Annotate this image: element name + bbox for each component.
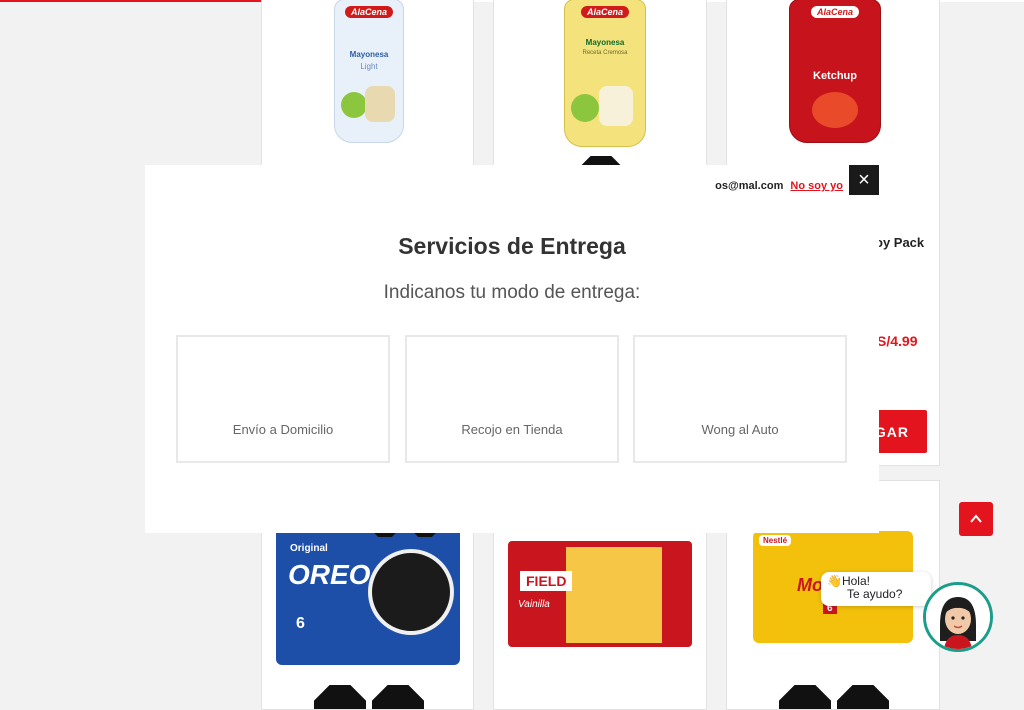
product-price: S/4.99 (877, 333, 918, 349)
chat-assistant-avatar[interactable] (923, 582, 993, 652)
assistant-face-icon (926, 585, 990, 649)
product-image[interactable]: FIELD Vainilla (508, 541, 692, 647)
product-variant-on-pack: Receta Cremosa (582, 50, 628, 56)
warning-octagon-icon (779, 685, 831, 709)
chevron-up-icon (970, 514, 982, 523)
option-label: Envío a Domicilio (232, 422, 334, 437)
pack-count: 6 (296, 615, 305, 632)
chat-greeting: 👋Hola! (827, 574, 870, 588)
not-me-link[interactable]: No soy yo (790, 180, 843, 192)
pack-label: Original (290, 543, 328, 554)
modal-title: Servicios de Entrega (398, 233, 626, 259)
warning-octagon-icon (372, 685, 424, 709)
tomato-graphic (812, 92, 858, 128)
chat-greeting-bubble[interactable]: 👋Hola! Te ayudo? (821, 572, 931, 606)
option-label: Wong al Auto (701, 422, 779, 437)
user-email: os@mal.com (715, 180, 784, 192)
product-image[interactable]: AlaCena Ketchup (789, 0, 881, 143)
option-curbside[interactable]: Wong al Auto (633, 335, 847, 463)
lime-graphic (571, 94, 599, 122)
product-name-on-pack: Mayonesa (349, 50, 389, 59)
chat-help-text: Te ayudo? (847, 587, 903, 601)
pack-label: Vainilla (518, 599, 550, 610)
lime-graphic (341, 92, 367, 118)
scroll-to-top-button[interactable] (959, 502, 993, 536)
close-icon[interactable]: × (849, 165, 879, 195)
product-image[interactable]: AlaCena Mayonesa Receta Cremosa (564, 0, 646, 147)
product-title[interactable]: oy Pack (875, 235, 924, 250)
product-variant-on-pack: Light (360, 62, 378, 71)
user-session: os@mal.com No soy yo (715, 180, 843, 192)
warning-octagon-icon (314, 685, 366, 709)
brand-logo: FIELD (520, 571, 573, 591)
option-store-pickup[interactable]: Recojo en Tienda (405, 335, 619, 463)
product-image[interactable]: Original OREO 6 (276, 519, 460, 665)
product-image[interactable]: AlaCena Mayonesa Light (334, 0, 404, 143)
product-name-on-pack: Mayonesa (585, 38, 625, 47)
cookie-graphic (368, 549, 454, 635)
brand-logo: OREO (288, 559, 371, 590)
brand-tag: Nestlé (759, 535, 792, 546)
product-name-on-pack: Ketchup (813, 70, 857, 82)
option-home-delivery[interactable]: Envío a Domicilio (176, 335, 390, 463)
warning-octagon-icon (837, 685, 889, 709)
garlic-graphic (365, 86, 395, 122)
delivery-service-modal: os@mal.com No soy yo × Servicios de Entr… (145, 165, 879, 533)
option-label: Recojo en Tienda (461, 422, 563, 437)
biscuit-graphic (566, 547, 662, 643)
jar-graphic (599, 86, 633, 126)
modal-subtitle: Indicanos tu modo de entrega: (383, 282, 641, 303)
